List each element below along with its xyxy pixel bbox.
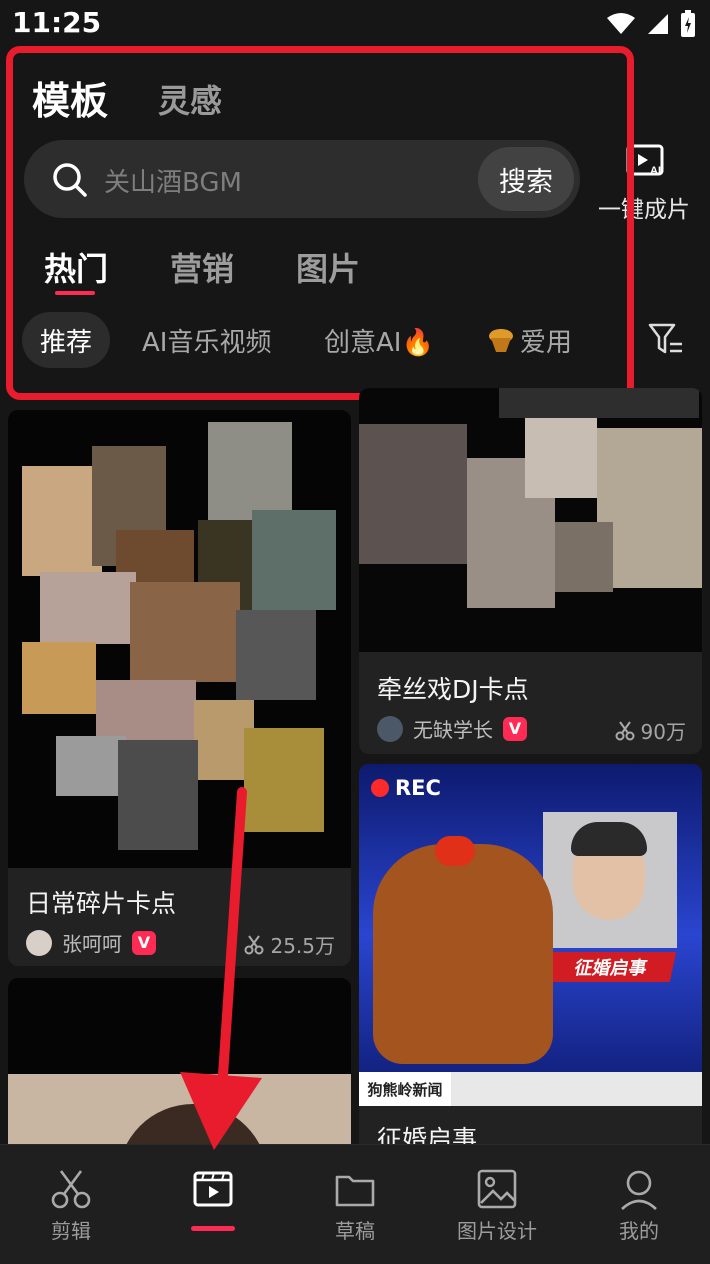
template-icon <box>193 1171 233 1207</box>
status-bar: 11:25 <box>0 0 710 46</box>
banner: 征婚启事 <box>545 952 677 982</box>
avatar <box>26 929 52 956</box>
bottom-nav: 剪辑 模板 草稿 图片设计 我的 <box>0 1144 710 1264</box>
nav-edit[interactable]: 剪辑 <box>0 1145 142 1264</box>
template-card[interactable]: REC 征婚启事 狗熊岭新闻 征婚启事 <box>359 764 702 1164</box>
folder-icon <box>335 1175 375 1207</box>
svg-text:AI: AI <box>650 165 661 177</box>
card-title: 牵丝戏DJ卡点 <box>377 675 529 704</box>
nav-drafts[interactable]: 草稿 <box>284 1145 426 1264</box>
scissors-icon <box>244 934 264 954</box>
verified-badge-icon: V <box>503 716 527 741</box>
news-ticker: 狗熊岭新闻 <box>359 1072 451 1106</box>
rec-indicator: REC <box>371 776 441 800</box>
bear-character <box>373 844 553 1064</box>
card-author[interactable]: 张呵呵 V <box>26 928 156 957</box>
verified-badge-icon: V <box>132 930 156 955</box>
scissors-icon <box>51 1170 91 1209</box>
status-icons <box>606 10 696 38</box>
nav-label: 剪辑 <box>51 1219 91 1243</box>
nav-label: 我的 <box>619 1219 659 1243</box>
nav-templates[interactable]: 模板 <box>142 1145 284 1264</box>
usage-count: 25.5万 <box>244 930 335 959</box>
nav-image-design[interactable]: 图片设计 <box>426 1145 568 1264</box>
nav-active-indicator <box>191 1226 235 1231</box>
inset-photo <box>543 812 677 948</box>
nav-label: 草稿 <box>335 1219 375 1243</box>
wifi-icon <box>607 13 635 34</box>
status-time: 11:25 <box>12 6 102 39</box>
author-name: 无缺学长 <box>413 718 493 742</box>
author-name: 张呵呵 <box>62 932 122 956</box>
template-thumbnail <box>8 410 351 868</box>
rec-label: REC <box>395 776 441 800</box>
usage-value: 25.5万 <box>270 934 335 958</box>
nav-label: 图片设计 <box>457 1219 537 1243</box>
annotation-highlight-box <box>6 46 634 400</box>
template-thumbnail: REC 征婚启事 狗熊岭新闻 <box>359 764 702 1106</box>
battery-icon <box>681 10 695 37</box>
avatar <box>377 715 403 742</box>
template-thumbnail <box>359 388 702 652</box>
template-card[interactable]: 牵丝戏DJ卡点 无缺学长 V 90万 <box>359 388 702 754</box>
card-title: 日常碎片卡点 <box>26 889 177 918</box>
filter-icon[interactable] <box>648 322 684 356</box>
signal-icon <box>648 14 668 34</box>
card-author[interactable]: 无缺学长 V <box>377 714 527 743</box>
usage-value: 90万 <box>640 720 686 744</box>
usage-count: 90万 <box>615 716 686 745</box>
template-card[interactable]: 日常碎片卡点 张呵呵 V 25.5万 <box>8 410 351 966</box>
user-icon <box>621 1170 657 1210</box>
image-icon <box>477 1169 517 1209</box>
nav-me[interactable]: 我的 <box>568 1145 710 1264</box>
scissors-icon <box>615 720 635 740</box>
